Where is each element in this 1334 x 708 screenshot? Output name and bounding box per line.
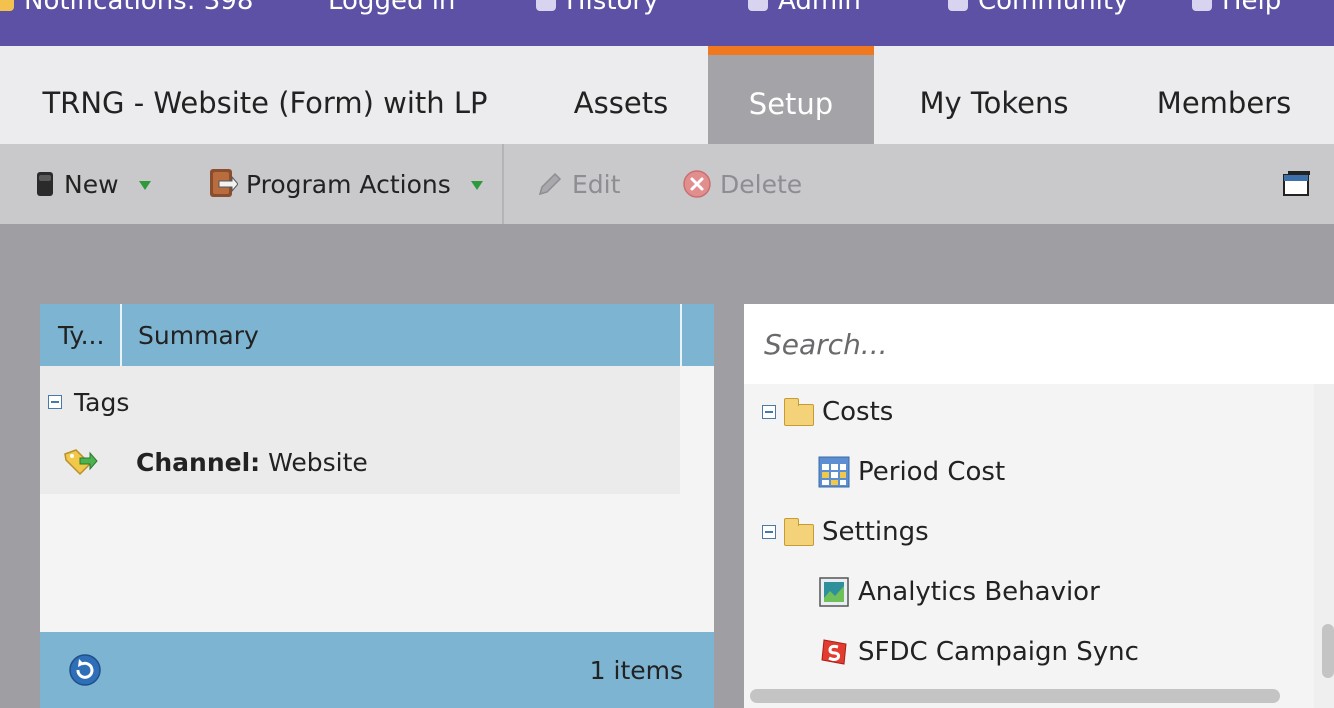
help-icon — [1192, 0, 1212, 11]
tab-setup[interactable]: Setup — [708, 46, 874, 144]
new-button[interactable]: New — [34, 144, 151, 224]
topnav-notifications-label: Notifications: 398 — [24, 0, 254, 16]
tag-icon — [64, 449, 98, 476]
column-header-summary[interactable]: Summary — [138, 304, 658, 366]
topnav-logged-in-label: Logged in — [328, 0, 456, 16]
column-header-type[interactable]: Ty... — [58, 304, 120, 366]
sfdc-sync-icon — [821, 639, 847, 665]
horizontal-scrollbar-thumb[interactable] — [750, 689, 1280, 703]
tab-program-title[interactable]: TRNG - Website (Form) with LP — [0, 46, 530, 144]
topnav-history[interactable]: History — [536, 0, 659, 16]
topnav-history-label: History — [566, 0, 659, 16]
column-header-summary-label: Summary — [138, 320, 259, 350]
community-icon — [948, 0, 968, 11]
folder-icon — [783, 398, 814, 426]
tree-item-sfdc-campaign-sync-label: SFDC Campaign Sync — [858, 637, 1139, 667]
collapse-icon[interactable] — [762, 525, 776, 539]
tab-assets-label: Assets — [573, 86, 669, 120]
edit-button[interactable]: Edit — [536, 144, 620, 224]
maximize-button[interactable] — [1282, 144, 1312, 224]
topnav-help-label: Help — [1222, 0, 1282, 16]
refresh-icon[interactable] — [68, 653, 102, 687]
tab-members-label: Members — [1156, 86, 1292, 120]
table-row[interactable]: Channel: Website — [62, 444, 662, 480]
tab-my-tokens-label: My Tokens — [919, 86, 1069, 120]
tab-setup-label: Setup — [748, 86, 834, 121]
grid-header: Ty... Summary — [40, 304, 714, 366]
program-actions-label: Program Actions — [246, 169, 451, 199]
toolbar-separator — [502, 144, 504, 224]
program-actions-button[interactable]: Program Actions — [208, 144, 483, 224]
topnav-help[interactable]: Help — [1192, 0, 1281, 16]
bell-icon — [0, 0, 14, 11]
topnav-admin-label: Admin — [778, 0, 861, 16]
pencil-icon — [538, 172, 562, 196]
new-icon — [37, 172, 53, 196]
topnav-logged-in[interactable]: Logged in — [328, 0, 455, 16]
topnav-community[interactable]: Community — [948, 0, 1128, 16]
analytics-icon — [819, 577, 849, 607]
tree-folder-settings-label: Settings — [822, 517, 929, 547]
tags-group-label: Tags — [74, 387, 130, 417]
program-tab-bar: TRNG - Website (Form) with LP Assets Set… — [0, 46, 1334, 144]
top-nav-bar: Notifications: 398 Logged in History Adm… — [0, 0, 1334, 46]
setup-tree-panel: Search... Costs Period Cost Settings Ana… — [744, 304, 1334, 708]
column-header-type-label: Ty... — [58, 320, 105, 350]
row-key: Channel: — [136, 447, 261, 477]
topnav-notifications[interactable]: Notifications: 398 — [0, 0, 253, 16]
items-count: 1 items — [589, 655, 683, 685]
tags-group: Tags Channel: Website — [40, 366, 680, 494]
topnav-admin[interactable]: Admin — [748, 0, 861, 16]
tab-assets[interactable]: Assets — [540, 46, 702, 144]
collapse-icon[interactable] — [762, 405, 776, 419]
search-input[interactable]: Search... — [744, 304, 1334, 384]
new-button-label: New — [64, 169, 119, 199]
tree-folder-costs[interactable]: Costs — [762, 392, 893, 432]
history-icon — [536, 0, 556, 11]
tab-my-tokens[interactable]: My Tokens — [880, 46, 1108, 144]
delete-icon — [683, 170, 711, 198]
column-divider[interactable] — [120, 304, 122, 366]
delete-button-label: Delete — [720, 169, 803, 199]
chevron-down-icon — [138, 180, 151, 190]
tree-item-period-cost-label: Period Cost — [858, 457, 1006, 487]
tags-group-header[interactable]: Tags — [48, 384, 129, 420]
collapse-icon[interactable] — [48, 395, 62, 409]
edit-button-label: Edit — [572, 169, 621, 199]
program-title: TRNG - Website (Form) with LP — [42, 86, 488, 120]
toolbar: New Program Actions Edit Delete — [0, 144, 1334, 224]
grid-footer: 1 items — [40, 632, 714, 708]
gear-icon — [748, 0, 768, 11]
search-placeholder: Search... — [764, 327, 888, 361]
vertical-scrollbar-thumb[interactable] — [1322, 624, 1334, 678]
tree-folder-settings[interactable]: Settings — [762, 512, 929, 552]
tab-members[interactable]: Members — [1116, 46, 1332, 144]
program-actions-icon — [210, 169, 238, 197]
chevron-down-icon — [470, 180, 483, 190]
delete-button[interactable]: Delete — [682, 144, 802, 224]
tree-item-analytics-behavior[interactable]: Analytics Behavior — [818, 572, 1100, 612]
tags-grid-panel: Ty... Summary Tags Channel: Website 1 it… — [40, 304, 714, 708]
tree-item-analytics-behavior-label: Analytics Behavior — [858, 577, 1100, 607]
topnav-community-label: Community — [978, 0, 1129, 16]
folder-icon — [783, 518, 814, 546]
maximize-window-icon — [1283, 171, 1310, 196]
tree-item-sfdc-campaign-sync[interactable]: SFDC Campaign Sync — [818, 632, 1139, 672]
row-value: Website — [268, 447, 368, 477]
tree-item-period-cost[interactable]: Period Cost — [818, 452, 1005, 492]
column-divider[interactable] — [680, 304, 682, 366]
tree-folder-costs-label: Costs — [822, 397, 894, 427]
period-cost-icon — [818, 456, 850, 488]
